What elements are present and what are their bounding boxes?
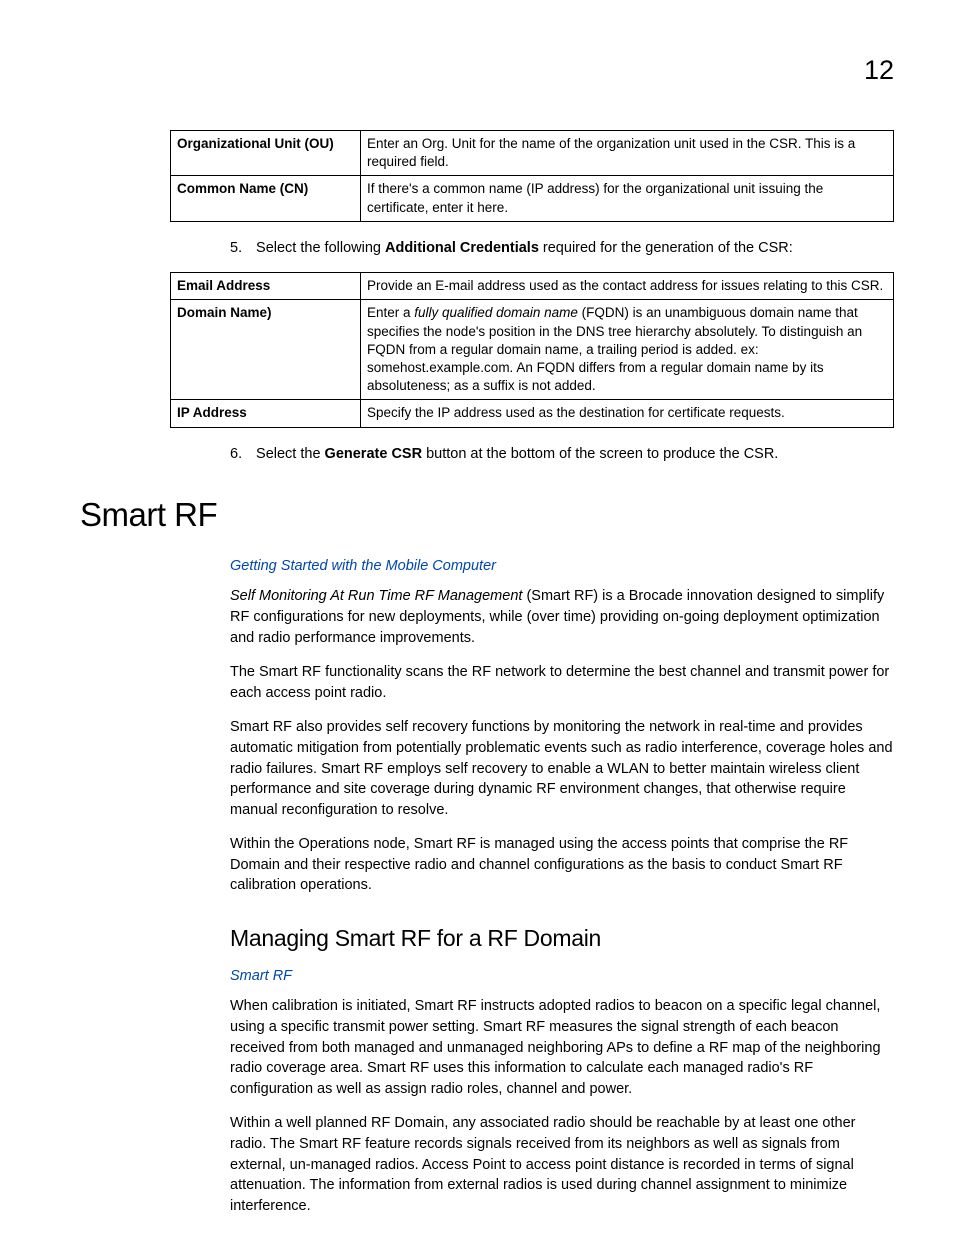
step-text-post: required for the generation of the CSR: bbox=[539, 240, 793, 256]
para-calibration: When calibration is initiated, Smart RF … bbox=[230, 996, 894, 1099]
step-number: 5. bbox=[230, 238, 252, 258]
field-desc: Enter an Org. Unit for the name of the o… bbox=[361, 131, 894, 176]
field-label: IP Address bbox=[171, 400, 361, 427]
step-5: 5. Select the following Additional Crede… bbox=[230, 238, 894, 258]
table-row: Organizational Unit (OU) Enter an Org. U… bbox=[171, 131, 894, 176]
field-label: Domain Name) bbox=[171, 300, 361, 400]
para-scan: The Smart RF functionality scans the RF … bbox=[230, 662, 894, 703]
para-operations: Within the Operations node, Smart RF is … bbox=[230, 834, 894, 896]
field-desc: Provide an E-mail address used as the co… bbox=[361, 273, 894, 300]
step-text-pre: Select the bbox=[256, 446, 325, 462]
step-6: 6. Select the Generate CSR button at the… bbox=[230, 444, 894, 464]
step-text-bold: Generate CSR bbox=[325, 446, 423, 462]
link-getting-started[interactable]: Getting Started with the Mobile Computer bbox=[230, 556, 894, 576]
para-italic: Self Monitoring At Run Time RF Managemen… bbox=[230, 588, 522, 604]
step-text-pre: Select the following bbox=[256, 240, 385, 256]
step-number: 6. bbox=[230, 444, 252, 464]
para-recovery: Smart RF also provides self recovery fun… bbox=[230, 717, 894, 820]
page-content: Organizational Unit (OU) Enter an Org. U… bbox=[80, 130, 894, 1230]
table-row: Domain Name) Enter a fully qualified dom… bbox=[171, 300, 894, 400]
field-label: Organizational Unit (OU) bbox=[171, 131, 361, 176]
field-desc: If there's a common name (IP address) fo… bbox=[361, 176, 894, 221]
desc-italic: fully qualified domain name bbox=[414, 305, 578, 320]
step-text-post: button at the bottom of the screen to pr… bbox=[422, 446, 778, 462]
table-row: Common Name (CN) If there's a common nam… bbox=[171, 176, 894, 221]
field-label: Common Name (CN) bbox=[171, 176, 361, 221]
step-text-bold: Additional Credentials bbox=[385, 240, 539, 256]
field-label: Email Address bbox=[171, 273, 361, 300]
table-csr-fields-1: Organizational Unit (OU) Enter an Org. U… bbox=[170, 130, 894, 222]
page-number: 12 bbox=[864, 52, 894, 90]
field-desc: Enter a fully qualified domain name (FQD… bbox=[361, 300, 894, 400]
para-intro: Self Monitoring At Run Time RF Managemen… bbox=[230, 586, 894, 648]
field-desc: Specify the IP address used as the desti… bbox=[361, 400, 894, 427]
section-title-smart-rf: Smart RF bbox=[80, 492, 894, 538]
table-row: IP Address Specify the IP address used a… bbox=[171, 400, 894, 427]
table-row: Email Address Provide an E-mail address … bbox=[171, 273, 894, 300]
table-csr-fields-2: Email Address Provide an E-mail address … bbox=[170, 272, 894, 428]
desc-pre: Enter a bbox=[367, 305, 414, 320]
link-smart-rf[interactable]: Smart RF bbox=[230, 966, 894, 986]
para-rf-domain: Within a well planned RF Domain, any ass… bbox=[230, 1113, 894, 1216]
subsection-title-managing: Managing Smart RF for a RF Domain bbox=[230, 922, 894, 954]
